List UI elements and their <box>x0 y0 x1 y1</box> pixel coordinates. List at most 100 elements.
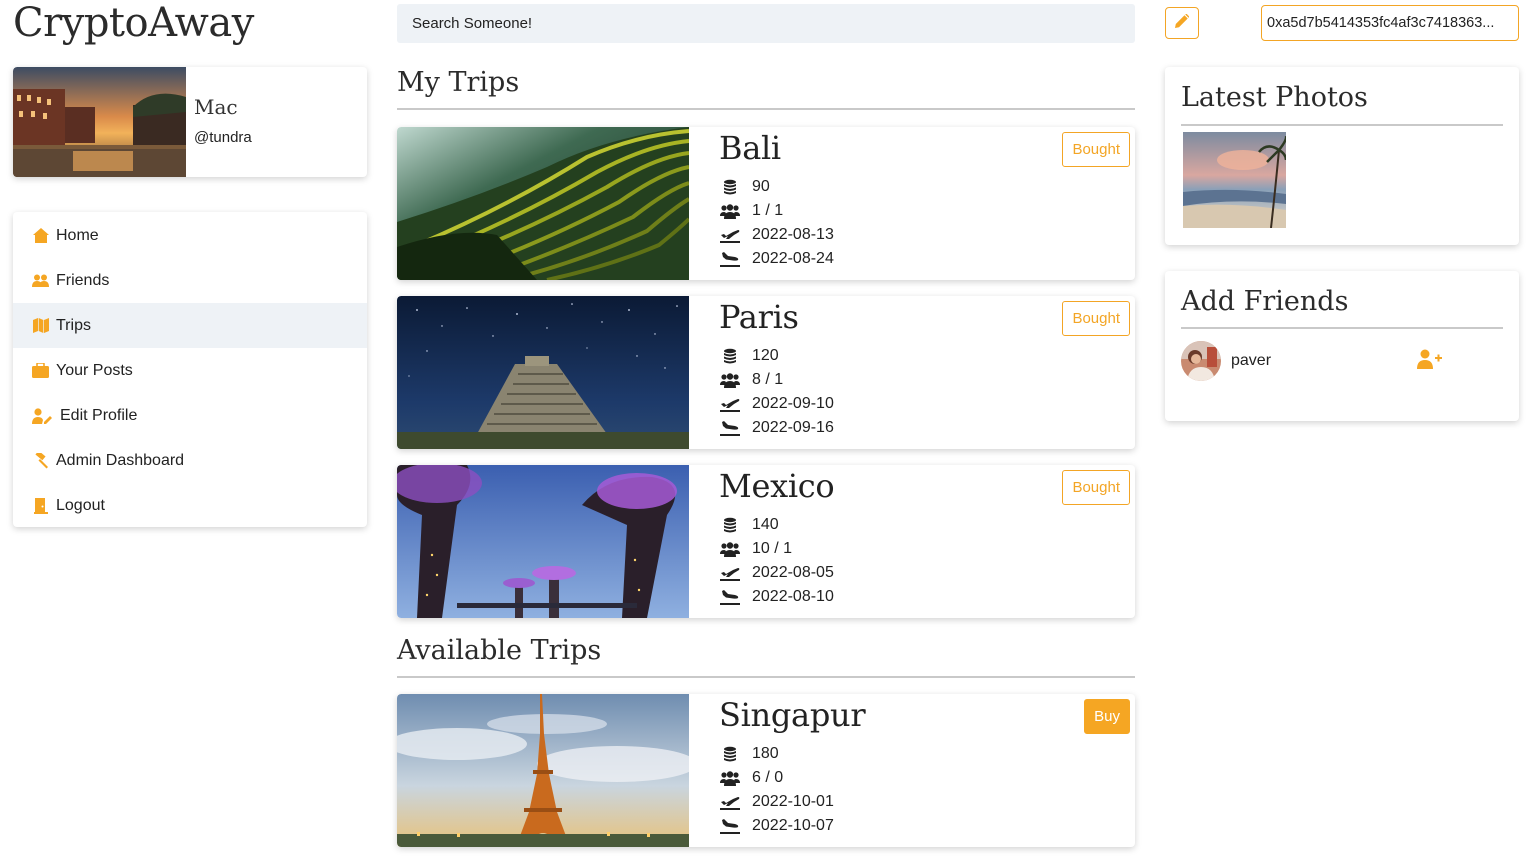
plane-departure-icon <box>719 564 741 582</box>
coins-icon <box>719 745 741 763</box>
edit-button[interactable] <box>1165 7 1199 39</box>
trip-arrival-row: 2022-08-24 <box>719 247 1135 271</box>
trip-price-row: 140 <box>719 513 1135 537</box>
pencil-icon <box>1175 13 1190 33</box>
plane-arrival-icon <box>719 419 741 437</box>
map-icon <box>32 317 49 334</box>
trip-people-row: 1 / 1 <box>719 199 1135 223</box>
trip-people: 8 / 1 <box>752 371 784 388</box>
section-divider <box>1181 124 1503 126</box>
trip-people-row: 8 / 1 <box>719 368 1135 392</box>
trip-price-row: 90 <box>719 175 1135 199</box>
users-icon <box>719 769 741 787</box>
trip-price: 180 <box>752 745 779 762</box>
sidebar-item-trips[interactable]: Trips <box>13 303 367 348</box>
sidebar-item-label: Logout <box>56 496 105 514</box>
profile-handle: @tundra <box>194 129 252 146</box>
trip-departure-row: 2022-08-13 <box>719 223 1135 247</box>
trip-departure-date: 2022-09-10 <box>752 395 834 412</box>
available-trips-heading: Available Trips <box>397 635 602 666</box>
plane-arrival-icon <box>719 250 741 268</box>
trip-name: Singapur <box>719 696 866 734</box>
trip-price: 90 <box>752 178 770 195</box>
sidebar-item-label: Your Posts <box>56 361 133 379</box>
sidebar-item-friends[interactable]: Friends <box>13 258 367 303</box>
trip-people-row: 10 / 1 <box>719 537 1135 561</box>
trip-status-bought[interactable]: Bought <box>1062 301 1130 336</box>
section-divider <box>1181 327 1503 329</box>
avatar <box>1181 341 1221 381</box>
friend-name: paver <box>1231 352 1272 369</box>
trip-arrival-date: 2022-10-07 <box>752 817 834 834</box>
app-logo[interactable]: CryptoAway <box>13 0 254 46</box>
trip-departure-row: 2022-10-01 <box>719 790 1135 814</box>
trip-departure-date: 2022-10-01 <box>752 793 834 810</box>
profile-name: Mac <box>194 95 238 119</box>
trip-price-row: 120 <box>719 344 1135 368</box>
trip-card[interactable]: Paris 120 8 / 1 2022-09-10 2022-09-16 Bo… <box>397 296 1135 449</box>
buy-button[interactable]: Buy <box>1084 699 1130 734</box>
briefcase-icon <box>32 362 49 379</box>
sidebar-item-your-posts[interactable]: Your Posts <box>13 348 367 393</box>
latest-photos-heading: Latest Photos <box>1181 82 1368 113</box>
door-icon <box>32 497 49 514</box>
coins-icon <box>719 516 741 534</box>
photo-thumbnail[interactable] <box>1183 132 1286 228</box>
sidebar-item-label: Edit Profile <box>60 406 138 424</box>
trip-price: 140 <box>752 516 779 533</box>
user-edit-icon <box>32 407 52 424</box>
coins-icon <box>719 178 741 196</box>
sidebar-item-label: Admin Dashboard <box>56 451 185 469</box>
trip-price: 120 <box>752 347 779 364</box>
search-input[interactable]: Search Someone! <box>397 4 1135 43</box>
add-friends-heading: Add Friends <box>1181 286 1349 317</box>
trip-arrival-date: 2022-09-16 <box>752 419 834 436</box>
section-divider <box>397 108 1135 110</box>
plane-arrival-icon <box>719 817 741 835</box>
sidebar-menu: Home Friends Trips Your Posts Edit Profi… <box>13 212 367 527</box>
trip-status-bought[interactable]: Bought <box>1062 470 1130 505</box>
sidebar-item-label: Trips <box>56 316 91 334</box>
friend-suggestion: paver <box>1181 341 1503 381</box>
plane-departure-icon <box>719 226 741 244</box>
wallet-address-field[interactable]: 0xa5d7b5414353fc4af3c7418363... <box>1261 5 1519 41</box>
trip-card[interactable]: Bali 90 1 / 1 2022-08-13 2022-08-24 Boug… <box>397 127 1135 280</box>
trip-arrival-date: 2022-08-10 <box>752 588 834 605</box>
users-icon <box>719 202 741 220</box>
sidebar-item-label: Friends <box>56 271 110 289</box>
plane-arrival-icon <box>719 588 741 606</box>
add-friend-icon[interactable] <box>1417 349 1443 371</box>
trip-departure-row: 2022-09-10 <box>719 392 1135 416</box>
gavel-icon <box>32 452 49 469</box>
trip-image <box>397 465 689 618</box>
trip-departure-date: 2022-08-05 <box>752 564 834 581</box>
sidebar-item-label: Home <box>56 226 99 244</box>
trip-people-row: 6 / 0 <box>719 766 1135 790</box>
trip-card[interactable]: Singapur 180 6 / 0 2022-10-01 2022-10-07… <box>397 694 1135 847</box>
users-icon <box>32 272 49 289</box>
sidebar-item-logout[interactable]: Logout <box>13 483 367 528</box>
sidebar-item-home[interactable]: Home <box>13 213 367 258</box>
trip-arrival-row: 2022-09-16 <box>719 416 1135 440</box>
trip-image <box>397 296 689 449</box>
plane-departure-icon <box>719 395 741 413</box>
trip-arrival-date: 2022-08-24 <box>752 250 834 267</box>
section-divider <box>397 676 1135 678</box>
home-icon <box>32 227 49 244</box>
trip-departure-date: 2022-08-13 <box>752 226 834 243</box>
profile-card: Mac @tundra <box>13 67 367 177</box>
trip-people: 1 / 1 <box>752 202 784 219</box>
latest-photos-panel: Latest Photos <box>1165 67 1519 245</box>
add-friends-panel: Add Friends paver <box>1165 271 1519 421</box>
trip-card[interactable]: Mexico 140 10 / 1 2022-08-05 2022-08-10 … <box>397 465 1135 618</box>
trip-status-bought[interactable]: Bought <box>1062 132 1130 167</box>
users-icon <box>719 371 741 389</box>
trip-people: 10 / 1 <box>752 540 793 557</box>
trip-image <box>397 694 689 847</box>
sidebar-item-edit-profile[interactable]: Edit Profile <box>13 393 367 438</box>
plane-departure-icon <box>719 793 741 811</box>
trip-people: 6 / 0 <box>752 769 784 786</box>
coins-icon <box>719 347 741 365</box>
trip-arrival-row: 2022-08-10 <box>719 585 1135 609</box>
sidebar-item-admin-dashboard[interactable]: Admin Dashboard <box>13 438 367 483</box>
